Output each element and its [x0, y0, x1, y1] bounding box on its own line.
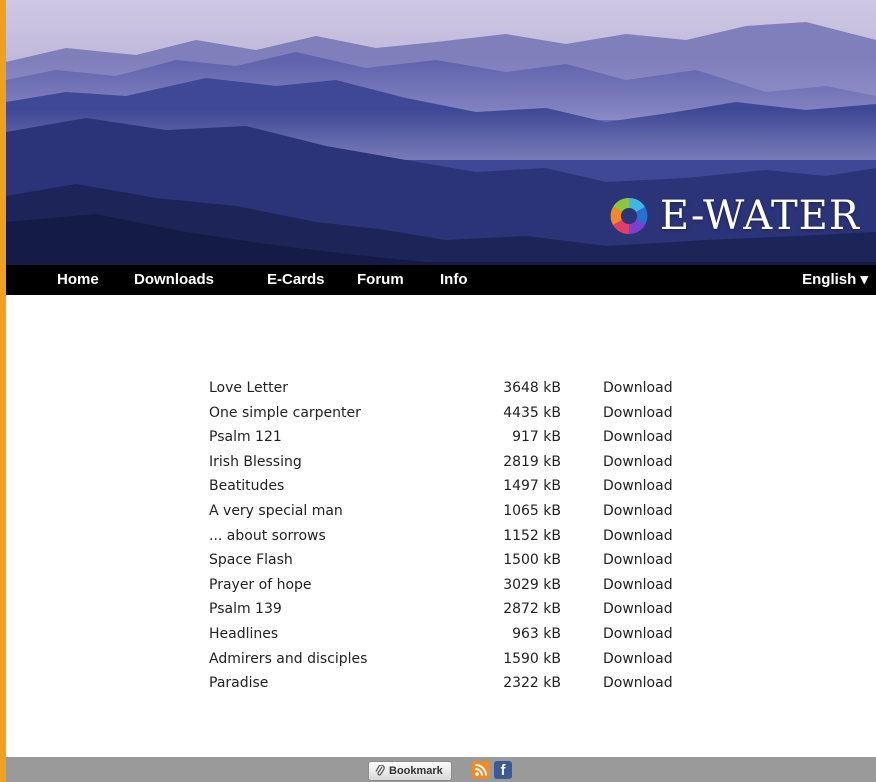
- file-size: 917 kB: [512, 429, 561, 446]
- download-link[interactable]: Download: [603, 548, 673, 573]
- facebook-icon[interactable]: f: [494, 761, 512, 779]
- bookmark-label: Bookmark: [389, 765, 443, 777]
- download-row: Headlines 963 kB Download: [209, 622, 689, 647]
- nav-downloads[interactable]: Downloads: [134, 265, 214, 295]
- main-nav: Home Downloads E-Cards Forum Info Englis…: [6, 265, 876, 295]
- download-title: ... about sorrows: [209, 527, 326, 544]
- footer-bar: Bookmark f: [6, 757, 876, 782]
- download-title: Love Letter: [209, 380, 288, 396]
- nav-ecards[interactable]: E-Cards: [267, 265, 325, 295]
- file-size: 1152 kB: [503, 527, 561, 544]
- download-link[interactable]: Download: [603, 671, 673, 696]
- download-link[interactable]: Download: [603, 524, 673, 549]
- download-title: Headlines: [209, 625, 279, 642]
- rainbow-drop-logo-icon: [610, 197, 648, 235]
- download-title: Beatitudes: [209, 478, 285, 495]
- download-link[interactable]: Download: [603, 474, 673, 499]
- download-title: Prayer of hope: [209, 576, 312, 593]
- download-row: Psalm 139 2872 kB Download: [209, 597, 689, 622]
- download-row: ... about sorrows 1152 kB Download: [209, 524, 689, 549]
- download-row: One simple carpenter 4435 kB Download: [209, 401, 689, 426]
- download-link[interactable]: Download: [603, 499, 673, 524]
- file-size: 1497 kB: [503, 478, 561, 495]
- download-title: Psalm 121: [209, 429, 282, 446]
- download-row: Irish Blessing 2819 kB Download: [209, 450, 689, 475]
- download-link[interactable]: Download: [603, 647, 673, 672]
- bookmark-button[interactable]: Bookmark: [368, 761, 452, 781]
- download-link[interactable]: Download: [603, 450, 673, 475]
- language-selector[interactable]: English ▾: [802, 265, 868, 295]
- nav-forum[interactable]: Forum: [357, 265, 404, 295]
- file-size: 1500 kB: [503, 552, 561, 569]
- download-row: Psalm 121 917 kB Download: [209, 425, 689, 450]
- download-link[interactable]: Download: [603, 573, 673, 598]
- file-size: 3029 kB: [503, 576, 561, 593]
- download-link[interactable]: Download: [603, 425, 673, 450]
- download-list: Love Letter 3648 kB Download One simple …: [209, 376, 689, 696]
- file-size: 2819 kB: [503, 453, 561, 470]
- file-size: 1590 kB: [503, 650, 561, 667]
- paperclip-icon: [375, 765, 385, 776]
- download-title: A very special man: [209, 502, 343, 519]
- nav-home[interactable]: Home: [57, 265, 99, 295]
- download-row: Prayer of hope 3029 kB Download: [209, 573, 689, 598]
- download-row: A very special man 1065 kB Download: [209, 499, 689, 524]
- header-banner: E-WATER: [6, 0, 876, 265]
- file-size: 3648 kB: [503, 380, 561, 396]
- download-row: Admirers and disciples 1590 kB Download: [209, 647, 689, 672]
- download-title: Paradise: [209, 675, 269, 692]
- file-size: 2322 kB: [503, 675, 561, 692]
- logo-text: E-WATER: [659, 193, 860, 239]
- download-title: Space Flash: [209, 552, 293, 569]
- download-link[interactable]: Download: [603, 597, 673, 622]
- download-link[interactable]: Download: [603, 622, 673, 647]
- download-title: Irish Blessing: [209, 453, 302, 470]
- nav-info[interactable]: Info: [440, 265, 468, 295]
- download-link[interactable]: Download: [603, 401, 673, 426]
- download-title: Psalm 139: [209, 601, 282, 618]
- file-size: 1065 kB: [503, 502, 561, 519]
- file-size: 4435 kB: [503, 404, 561, 421]
- download-row: Paradise 2322 kB Download: [209, 671, 689, 696]
- download-link[interactable]: Download: [603, 376, 673, 401]
- download-row: Space Flash 1500 kB Download: [209, 548, 689, 573]
- download-row: Love Letter 3648 kB Download: [209, 376, 689, 401]
- file-size: 2872 kB: [503, 601, 561, 618]
- file-size: 963 kB: [512, 625, 561, 642]
- download-title: One simple carpenter: [209, 404, 361, 421]
- download-row: Beatitudes 1497 kB Download: [209, 474, 689, 499]
- site-logo[interactable]: E-WATER: [608, 188, 860, 244]
- rss-icon[interactable]: [472, 761, 490, 779]
- page-frame: E-WATER Home Downloads E-Cards Forum Inf…: [6, 0, 876, 782]
- download-title: Admirers and disciples: [209, 650, 368, 667]
